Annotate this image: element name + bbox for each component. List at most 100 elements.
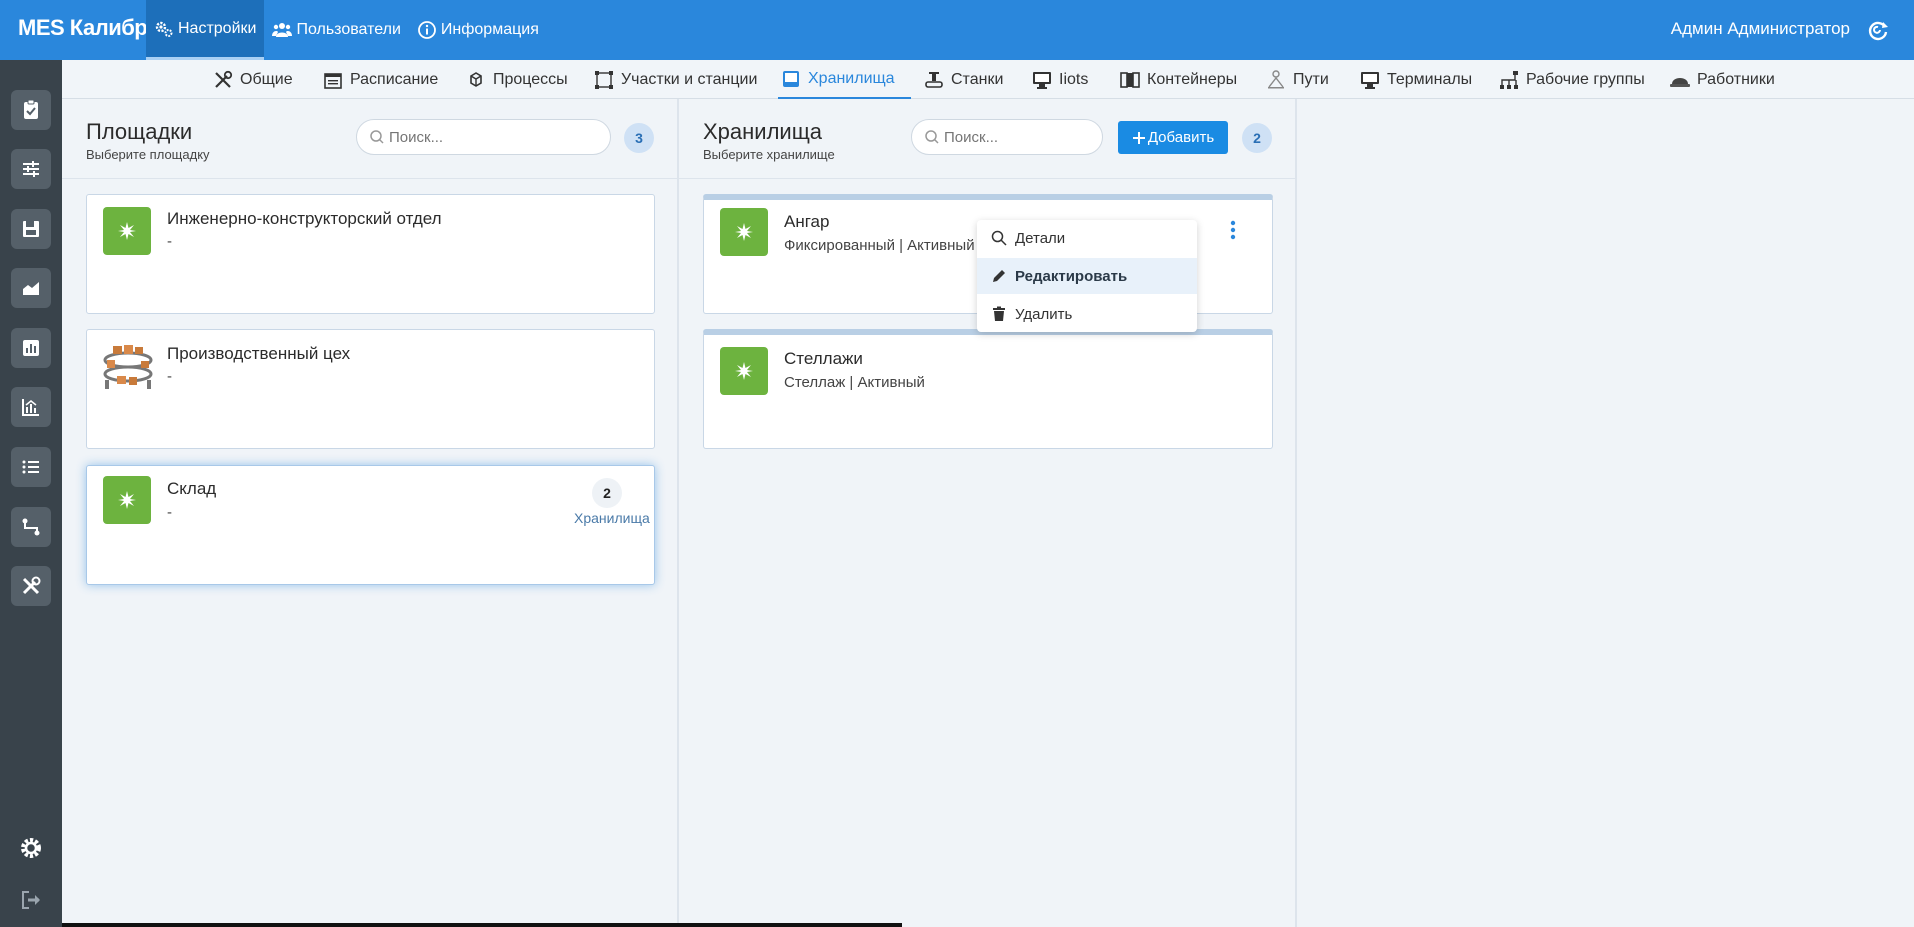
sidebar-area-chart-button[interactable] [11,268,51,308]
desktop-icon [1033,71,1051,89]
tab-label: Контейнеры [1147,70,1238,88]
route-icon [22,518,40,536]
desktop-icon [1361,71,1379,89]
tab-work-groups[interactable]: Рабочие группы [1498,60,1645,99]
settings-gear-icon[interactable] [19,836,43,860]
tab-iiots[interactable]: Iiots [1031,60,1088,99]
machine-icon [925,71,943,88]
sidebar-bar-chart-button[interactable] [11,328,51,368]
plus-icon [1132,131,1145,144]
tab-machines[interactable]: Станки [923,60,1003,99]
tab-label: Участки и станции [621,70,758,88]
panel-divider [677,99,679,927]
burst-icon [735,362,753,380]
site-sub: - [167,233,172,250]
storages-subtitle: Выберите хранилище [703,147,835,162]
storages-panel-header: Хранилища Выберите хранилище Добавить 2 [679,99,1295,179]
menu-item-details[interactable]: Детали [977,220,1197,256]
storages-search-input[interactable] [944,128,1074,146]
user-name[interactable]: Админ Администратор [1671,19,1850,39]
clipboard-check-icon [24,99,38,119]
gears-icon [155,21,173,37]
tab-processes[interactable]: Процессы [465,60,568,99]
site-sub: - [167,504,172,521]
sync-icon[interactable] [1866,18,1890,42]
users-icon [272,23,293,37]
storage-context-menu: Детали Редактировать Удалить [977,220,1197,332]
sidebar-stats-button[interactable] [11,387,51,427]
tab-label: Расписание [350,70,439,88]
tab-storages[interactable]: Хранилища [778,60,911,99]
burst-icon [118,222,136,240]
tab-schedule[interactable]: Расписание [322,60,438,99]
storage-sub: Стеллаж | Активный [784,374,925,391]
tab-terminals[interactable]: Терминалы [1359,60,1472,99]
tools-icon [22,576,41,595]
site-card-selected[interactable]: Склад - 2 Хранилища [86,465,655,585]
sites-search[interactable] [356,119,611,155]
topnav-label: Информация [440,21,539,38]
storage-icon [720,347,768,395]
sliders-icon [23,161,39,177]
tab-general[interactable]: Общие [212,60,293,99]
storage-title: Ангар [784,212,830,231]
tab-label: Общие [240,70,293,88]
topnav-label: Пользователи [296,21,401,38]
info-icon [417,21,436,39]
sidebar-tasks-button[interactable] [11,90,51,130]
topnav-settings[interactable]: Настройки [146,0,265,60]
sidebar-tools-button[interactable] [11,566,51,606]
trash-icon [993,306,1005,321]
tab-label: Хранилища [808,69,895,87]
containers-icon [1120,71,1140,88]
tab-workers[interactable]: Работники [1669,60,1775,99]
tab-containers[interactable]: Контейнеры [1119,60,1237,99]
hard-hat-icon [1670,77,1690,87]
area-chart-icon [23,282,39,295]
site-card[interactable]: Инженерно-конструкторский отдел - [86,194,655,314]
storage-card[interactable]: Стеллажи Стеллаж | Активный [703,329,1273,449]
storages-title: Хранилища [703,119,823,144]
tab-label: Процессы [493,70,568,88]
topnav-label: Настройки [178,19,257,37]
menu-item-edit[interactable]: Редактировать [977,258,1197,294]
sidebar-filters-button[interactable] [11,149,51,189]
sites-search-input[interactable] [389,128,539,146]
sites-count-badge: 3 [624,123,654,153]
inbox-icon [783,70,799,87]
site-icon [103,207,151,255]
tab-sections-stations[interactable]: Участки и станции [593,60,757,99]
storages-search[interactable] [911,119,1103,155]
add-storage-button[interactable]: Добавить [1118,121,1228,154]
site-title: Склад [167,479,217,498]
left-sidebar [0,60,62,927]
app-brand[interactable]: MES Калибр [18,15,148,41]
sidebar-routes-button[interactable] [11,507,51,547]
cubes-icon [470,71,482,87]
site-title: Производственный цех [167,344,351,363]
sites-panel-header: Площадки Выберите площадку 3 [62,99,677,179]
storage-count-label: Хранилища [574,510,650,526]
menu-item-label: Удалить [1015,305,1073,323]
line-chart-icon [22,399,39,416]
floppy-icon [23,221,39,237]
menu-item-delete[interactable]: Удалить [977,296,1197,332]
topnav-info[interactable]: Информация [409,0,547,60]
storages-count-badge: 2 [1242,123,1272,153]
vector-square-icon [595,70,613,89]
site-icon [103,476,151,524]
top-nav: Настройки Пользователи Информация [146,0,547,60]
storage-count-number: 2 [592,478,622,508]
tab-paths[interactable]: Пути [1265,60,1329,99]
sidebar-list-button[interactable] [11,447,51,487]
logout-icon[interactable] [19,888,43,912]
site-card[interactable]: Производственный цех - [86,329,655,449]
more-vertical-icon[interactable] [1225,218,1241,242]
storage-count: 2 Хранилища [574,478,650,526]
menu-item-label: Детали [1015,229,1066,247]
menu-item-label: Редактировать [1015,267,1128,285]
topnav-users[interactable]: Пользователи [264,0,408,60]
sidebar-storage-button[interactable] [11,209,51,249]
tab-label: Рабочие группы [1526,70,1645,88]
bottom-scrollbar[interactable] [62,923,902,927]
